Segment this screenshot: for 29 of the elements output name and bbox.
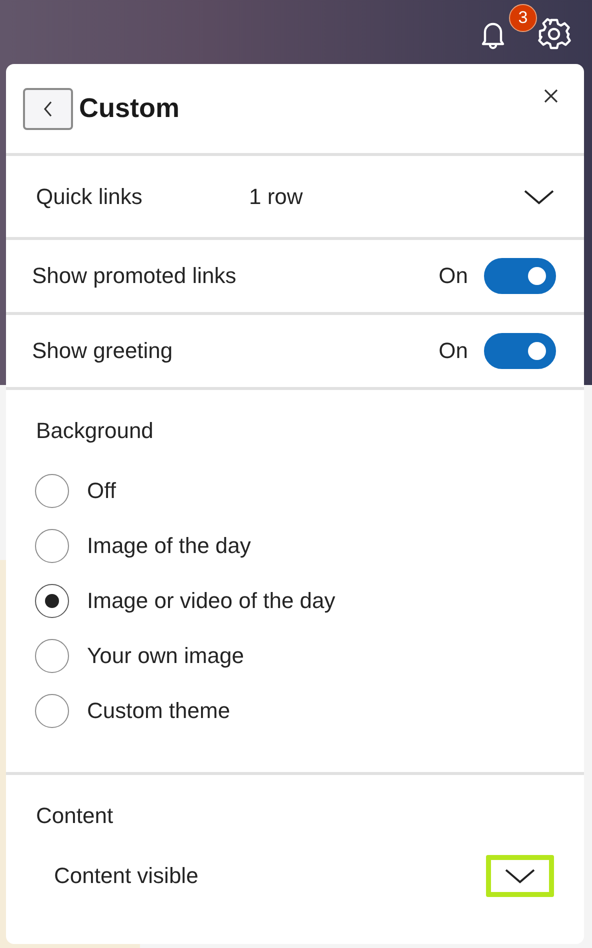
back-button[interactable] bbox=[23, 88, 73, 130]
toggle-label: Show greeting bbox=[32, 338, 174, 364]
content-dropdown-button[interactable] bbox=[486, 855, 554, 897]
radio-option[interactable]: Off bbox=[35, 474, 584, 508]
radio-option[interactable]: Image or video of the day bbox=[35, 584, 584, 618]
toggle-switch[interactable] bbox=[484, 333, 556, 369]
toggle-label: Show promoted links bbox=[32, 263, 238, 289]
chevron-left-icon bbox=[43, 100, 53, 118]
quick-links-label: Quick links bbox=[36, 184, 144, 210]
radio-button[interactable] bbox=[35, 529, 69, 563]
radio-button[interactable] bbox=[35, 474, 69, 508]
radio-option[interactable]: Custom theme bbox=[35, 694, 584, 728]
section-heading: Content bbox=[35, 802, 114, 829]
section-heading: Background bbox=[35, 417, 154, 444]
radio-option[interactable]: Your own image bbox=[35, 639, 584, 673]
radio-button[interactable] bbox=[35, 639, 69, 673]
toggle-state: On bbox=[438, 338, 468, 364]
chevron-down-icon bbox=[505, 868, 535, 884]
toggle-state: On bbox=[438, 263, 468, 289]
settings-icon bbox=[536, 16, 572, 52]
radio-button[interactable] bbox=[35, 694, 69, 728]
close-icon bbox=[544, 89, 558, 103]
content-visibility-label: Content visible bbox=[54, 863, 198, 889]
toggle-switch[interactable] bbox=[484, 258, 556, 294]
radio-button[interactable] bbox=[35, 584, 69, 618]
chevron-down-icon bbox=[524, 188, 554, 204]
panel-title: Custom bbox=[79, 93, 180, 124]
quick-links-dropdown[interactable]: 1 row bbox=[249, 184, 554, 210]
radio-option[interactable]: Image of the day bbox=[35, 529, 584, 563]
